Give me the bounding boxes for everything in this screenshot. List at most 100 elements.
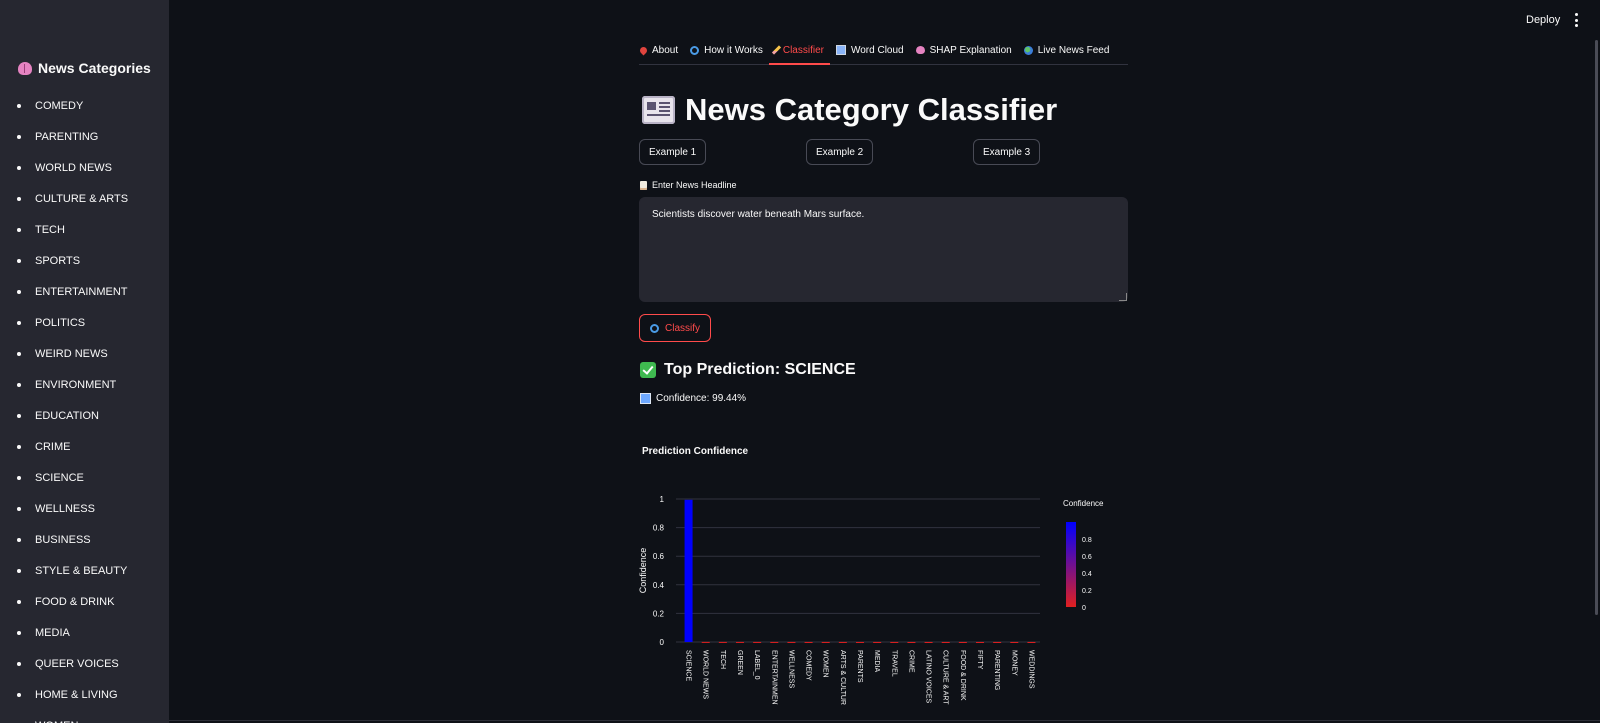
- y-tick-label: 0.2: [653, 609, 665, 618]
- bar: [804, 641, 813, 643]
- divider: [169, 720, 1600, 721]
- confidence-value: Confidence: 99.44%: [656, 393, 747, 404]
- sidebar-category-label: CRIME: [35, 440, 71, 453]
- deploy-button[interactable]: Deploy: [1526, 14, 1560, 26]
- x-tick-label: SCIENCE: [685, 650, 692, 681]
- bar: [1027, 641, 1036, 643]
- bullet-icon: [17, 413, 21, 418]
- x-tick-label: FOOD & DRINK: [959, 650, 966, 701]
- classify-button-label: Classify: [665, 322, 701, 334]
- bar: [958, 641, 967, 643]
- resize-handle-icon[interactable]: [1119, 293, 1127, 301]
- sidebar-category-item: WELLNESS: [17, 493, 128, 524]
- check-icon: [640, 362, 656, 378]
- tab-classifier[interactable]: Classifier: [768, 36, 831, 65]
- sidebar-category-item: TECH: [17, 214, 128, 245]
- sidebar-category-label: SPORTS: [35, 254, 81, 267]
- bar: [736, 641, 744, 643]
- colorbar-tick-label: 0.2: [1082, 588, 1092, 595]
- scrollbar[interactable]: [1595, 40, 1598, 615]
- tab-word-cloud[interactable]: Word Cloud: [830, 36, 910, 64]
- colorbar-tick-label: 0.4: [1082, 571, 1092, 578]
- y-axis-label: Confidence: [638, 548, 648, 594]
- sidebar-category-item: CRIME: [17, 431, 128, 462]
- tab-about[interactable]: About: [638, 36, 684, 64]
- x-tick-label: TRAVEL: [890, 650, 897, 677]
- sidebar-category-item: FOOD & DRINK: [17, 586, 128, 617]
- bar: [838, 641, 847, 643]
- confidence-chart: 0 0.2 0.4 0.6 0.8 1 Confidence SCIENCE WORLD NEW…: [638, 495, 1104, 705]
- bullet-icon: [17, 568, 21, 573]
- tab-how-it-works[interactable]: How it Works: [684, 36, 769, 64]
- tab-label: Classifier: [782, 44, 824, 56]
- tab-live-news-feed[interactable]: Live News Feed: [1018, 36, 1116, 64]
- sidebar-category-label: EDUCATION: [35, 409, 99, 422]
- sidebar-category-label: WORLD NEWS: [35, 161, 112, 174]
- sidebar-category-item: ENVIRONMENT: [17, 369, 128, 400]
- sidebar-category-item: HOME & LIVING: [17, 679, 128, 710]
- sidebar-category-item: CULTURE & ARTS: [17, 183, 128, 214]
- bullet-icon: [17, 599, 21, 604]
- x-tick-label: WEDDINGS: [1027, 650, 1034, 689]
- bullet-icon: [17, 134, 21, 139]
- sidebar-category-label: SCIENCE: [35, 471, 84, 484]
- sidebar-category-label: ENTERTAINMENT: [35, 285, 128, 298]
- sidebar-category-item: MEDIA: [17, 617, 128, 648]
- bullet-icon: [17, 258, 21, 263]
- example-3-button[interactable]: Example 3: [973, 139, 1041, 165]
- sidebar-category-label: TECH: [35, 223, 65, 236]
- sidebar-category-item: SCIENCE: [17, 462, 128, 493]
- classify-button[interactable]: Classify: [639, 314, 712, 342]
- tab-label: How it Works: [704, 44, 763, 56]
- document-icon: [640, 180, 647, 190]
- sidebar-category-label: PARENTING: [35, 130, 99, 143]
- chart-title: Prediction Confidence: [642, 446, 749, 457]
- bullet-icon: [17, 351, 21, 356]
- bar: [770, 641, 779, 643]
- bar-chart-icon: [640, 393, 651, 404]
- bar: [1010, 641, 1019, 643]
- example-2-button[interactable]: Example 2: [806, 139, 874, 165]
- bullet-icon: [17, 537, 21, 542]
- sidebar-category-item: WORLD NEWS: [17, 152, 128, 183]
- bar: [718, 641, 727, 643]
- x-tick-label: PARENTS: [856, 650, 863, 683]
- y-tick-label: 0.6: [653, 552, 665, 561]
- x-tick-label: TECH: [719, 650, 726, 669]
- bar: [856, 641, 864, 643]
- tab-label: Live News Feed: [1037, 44, 1110, 56]
- colorbar-tick-label: 0: [1082, 605, 1086, 612]
- sidebar-title-text: News Categories: [38, 60, 151, 76]
- bullet-icon: [17, 692, 21, 697]
- magnifier-icon: [650, 323, 659, 333]
- sidebar-category-item: ENTERTAINMENT: [17, 276, 128, 307]
- colorbar: [1066, 522, 1076, 607]
- y-tick-label: 1: [660, 495, 665, 504]
- sidebar-category-label: FOOD & DRINK: [35, 595, 115, 608]
- page-title-text: News Category Classifier: [685, 92, 1058, 127]
- x-tick-label: CULTURE & ARTS: [942, 650, 949, 705]
- tab-shap-explanation[interactable]: SHAP Explanation: [910, 36, 1018, 64]
- bullet-icon: [17, 661, 21, 666]
- sidebar: News Categories COMEDY PARENTING WORLD NEW…: [0, 0, 169, 723]
- bar: [821, 641, 830, 643]
- pencil-icon: [771, 45, 781, 55]
- example-1-button[interactable]: Example 1: [639, 139, 707, 165]
- bullet-icon: [17, 227, 21, 232]
- x-tick-label: COMEDY: [805, 650, 812, 681]
- headline-input[interactable]: Scientists discover water beneath Mars s…: [639, 197, 1128, 302]
- headline-label-text: Enter News Headline: [652, 180, 737, 190]
- confidence-text: Confidence: 99.44%: [640, 393, 746, 404]
- colorbar-tick-label: 0.8: [1082, 537, 1092, 544]
- x-tick-label: ENTERTAINMENT: [770, 650, 777, 705]
- bar: [890, 641, 899, 643]
- sidebar-category-item: SPORTS: [17, 245, 128, 276]
- bar: [976, 641, 984, 643]
- bullet-icon: [17, 382, 21, 387]
- top-prediction-text: Top Prediction: SCIENCE: [664, 361, 856, 378]
- x-tick-label: PARENTING: [993, 650, 1000, 690]
- sidebar-category-item: EDUCATION: [17, 400, 128, 431]
- headline-label: Enter News Headline: [640, 180, 737, 190]
- main-menu-icon[interactable]: [1574, 13, 1578, 27]
- x-tick-label: MONEY: [1010, 650, 1017, 676]
